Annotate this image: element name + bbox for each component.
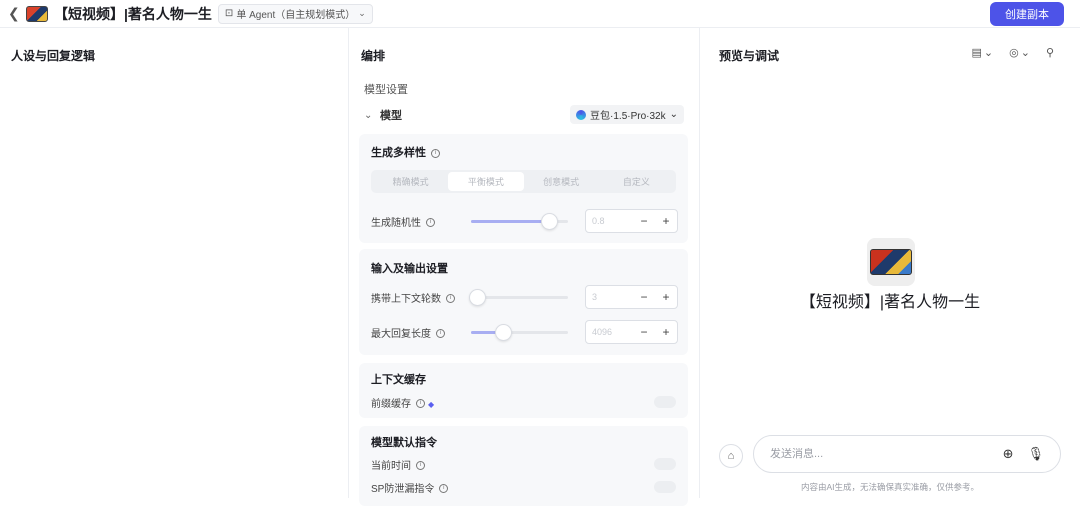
- bot-large-avatar: [867, 238, 915, 286]
- persona-title: 人设与回复逻辑: [11, 49, 96, 63]
- max-reply-label: 最大回复长度 i: [371, 325, 469, 340]
- randomness-stepper[interactable]: 0.8 − +: [585, 209, 678, 233]
- io-card: 输入及输出设置 携带上下文轮数 i 3 − + 最大回复长度 i 4096 − +: [359, 249, 688, 355]
- info-icon[interactable]: i: [439, 484, 449, 494]
- info-icon[interactable]: i: [431, 148, 440, 158]
- tab-balanced[interactable]: 平衡模式: [448, 172, 524, 191]
- current-time-row: 当前时间 i: [371, 452, 676, 476]
- sp-leak-toggle[interactable]: [654, 481, 676, 493]
- sp-leak-row: SP防泄漏指令 i: [371, 475, 676, 499]
- agent-mode-icon: ⊡: [224, 8, 234, 19]
- persona-panel: 人设与回复逻辑: [0, 28, 349, 498]
- prefix-cache-toggle[interactable]: [654, 396, 676, 408]
- randomness-label: 生成随机性 i: [371, 214, 469, 229]
- randomness-slider[interactable]: [471, 212, 568, 230]
- debug-button[interactable]: ⚲: [1046, 46, 1054, 59]
- max-reply-row: 最大回复长度 i 4096 − +: [371, 320, 678, 344]
- clear-history-button[interactable]: ⌂: [719, 444, 743, 468]
- back-icon[interactable]: ❮: [8, 5, 20, 22]
- slider-handle[interactable]: [540, 212, 558, 230]
- chevron-down-icon[interactable]: ⌄: [364, 110, 376, 121]
- model-row[interactable]: ⌄ 模型 豆包·1.5·Pro·32k ⌄: [364, 105, 689, 124]
- tab-custom[interactable]: 自定义: [599, 172, 674, 191]
- slider-handle[interactable]: [495, 323, 512, 341]
- max-reply-slider[interactable]: [471, 323, 568, 341]
- context-rounds-slider[interactable]: [469, 288, 568, 306]
- tab-creative[interactable]: 创意模式: [524, 172, 599, 191]
- bot-title: 【短视频】|著名人物一生: [54, 5, 212, 22]
- current-time-toggle[interactable]: [654, 458, 676, 470]
- decrement-button[interactable]: −: [633, 325, 655, 339]
- chevron-down-icon: ⌄: [1020, 47, 1030, 59]
- increment-button[interactable]: +: [655, 325, 677, 339]
- cache-card: 上下文缓存 前缀缓存 i ◆: [359, 363, 688, 418]
- info-icon[interactable]: i: [446, 294, 455, 304]
- info-icon[interactable]: i: [426, 218, 435, 228]
- diversity-mode-tabs[interactable]: 精确模式 平衡模式 创意模式 自定义: [371, 170, 676, 193]
- diversity-title: 生成多样性 i: [371, 144, 440, 160]
- create-copy-button[interactable]: 创建副本: [990, 2, 1064, 26]
- prefix-cache-label: 前缀缓存 i ◆: [371, 398, 435, 410]
- model-value: 豆包·1.5·Pro·32k: [590, 111, 666, 122]
- context-rounds-row: 携带上下文轮数 i 3 − +: [371, 285, 678, 309]
- brain-icon: ◎: [1009, 47, 1019, 59]
- decrement-button[interactable]: −: [633, 214, 655, 228]
- info-icon[interactable]: i: [436, 329, 445, 339]
- layout-icon: ▤: [971, 47, 982, 59]
- arrange-title: 编排: [361, 49, 386, 63]
- current-time-label: 当前时间 i: [371, 457, 469, 472]
- agent-mode-dropdown[interactable]: ⊡ 单 Agent（自主规划模式） ⌄: [217, 3, 373, 24]
- arrange-panel: 编排 模型设置 ⌄ 模型 豆包·1.5·Pro·32k ⌄ 生成多样性 i 精确模…: [349, 28, 700, 506]
- slider-handle[interactable]: [469, 288, 486, 306]
- bot-name: 【短视频】|著名人物一生: [799, 294, 981, 311]
- info-icon[interactable]: i: [416, 461, 425, 471]
- premium-gem-icon: ◆: [428, 399, 435, 409]
- default-instructions-card: 模型默认指令 当前时间 i SP防泄漏指令 i: [359, 426, 688, 506]
- decrement-button[interactable]: −: [633, 290, 655, 304]
- message-input[interactable]: [770, 448, 989, 460]
- slider-fill: [471, 219, 549, 223]
- preview-panel: 预览与调试 ▤⌄ ◎⌄ ⚲ 【短视频】|著名人物一生 ⌂ ⊕ 🎙︎ 内容由AI生…: [700, 28, 1080, 498]
- model-selector[interactable]: 豆包·1.5·Pro·32k ⌄: [570, 105, 684, 124]
- randomness-row: 生成随机性 i 0.8 − +: [371, 209, 678, 233]
- increment-button[interactable]: +: [655, 214, 677, 228]
- context-rounds-stepper[interactable]: 3 − +: [585, 285, 678, 309]
- doubao-logo-icon: [576, 109, 587, 120]
- ai-disclaimer: 内容由AI生成，无法确保真实准确，仅供参考。: [800, 482, 980, 492]
- top-bar: ❮ 【短视频】|著名人物一生 ⊡ 单 Agent（自主规划模式） ⌄ 创建副本: [0, 0, 1080, 28]
- default-instructions-title: 模型默认指令: [371, 437, 437, 449]
- prefix-cache-row: 前缀缓存 i ◆: [371, 390, 676, 414]
- info-icon[interactable]: i: [416, 399, 425, 409]
- max-reply-stepper[interactable]: 4096 − +: [585, 320, 678, 344]
- layout-menu[interactable]: ▤ ⌄: [971, 46, 993, 59]
- preview-title: 预览与调试: [719, 49, 780, 63]
- microphone-icon[interactable]: 🎙︎: [1027, 446, 1044, 462]
- randomness-value[interactable]: 0.8: [586, 216, 633, 226]
- cache-title: 上下文缓存: [371, 374, 426, 386]
- bot-avatar: [26, 5, 48, 22]
- broom-icon: ⌂: [727, 450, 735, 462]
- context-rounds-label: 携带上下文轮数 i: [371, 290, 469, 305]
- model-settings-label: 模型设置: [364, 84, 408, 96]
- sp-leak-label: SP防泄漏指令 i: [371, 480, 469, 495]
- diversity-card: 生成多样性 i 精确模式 平衡模式 创意模式 自定义 生成随机性 i 0.8 − +: [359, 134, 688, 243]
- model-label: 模型: [380, 110, 402, 122]
- add-attachment-icon[interactable]: ⊕: [1003, 446, 1014, 462]
- preview-toolbar: ▤ ⌄ ◎ ⌄ ⚲: [971, 46, 1054, 59]
- chevron-down-icon: ⌄: [983, 47, 994, 59]
- increment-button[interactable]: +: [655, 290, 677, 304]
- message-input-box[interactable]: ⊕ 🎙︎: [753, 435, 1061, 473]
- io-title: 输入及输出设置: [371, 263, 448, 275]
- wrench-icon: ⚲: [1045, 47, 1054, 59]
- memory-menu[interactable]: ◎ ⌄: [1009, 46, 1030, 59]
- agent-mode-label: 单 Agent（自主规划模式）: [236, 10, 356, 21]
- max-reply-value[interactable]: 4096: [586, 327, 633, 337]
- chevron-down-icon: ⌄: [358, 8, 366, 18]
- context-rounds-value[interactable]: 3: [586, 292, 633, 302]
- chevron-down-icon: ⌄: [669, 109, 678, 120]
- tab-precise[interactable]: 精确模式: [373, 172, 448, 191]
